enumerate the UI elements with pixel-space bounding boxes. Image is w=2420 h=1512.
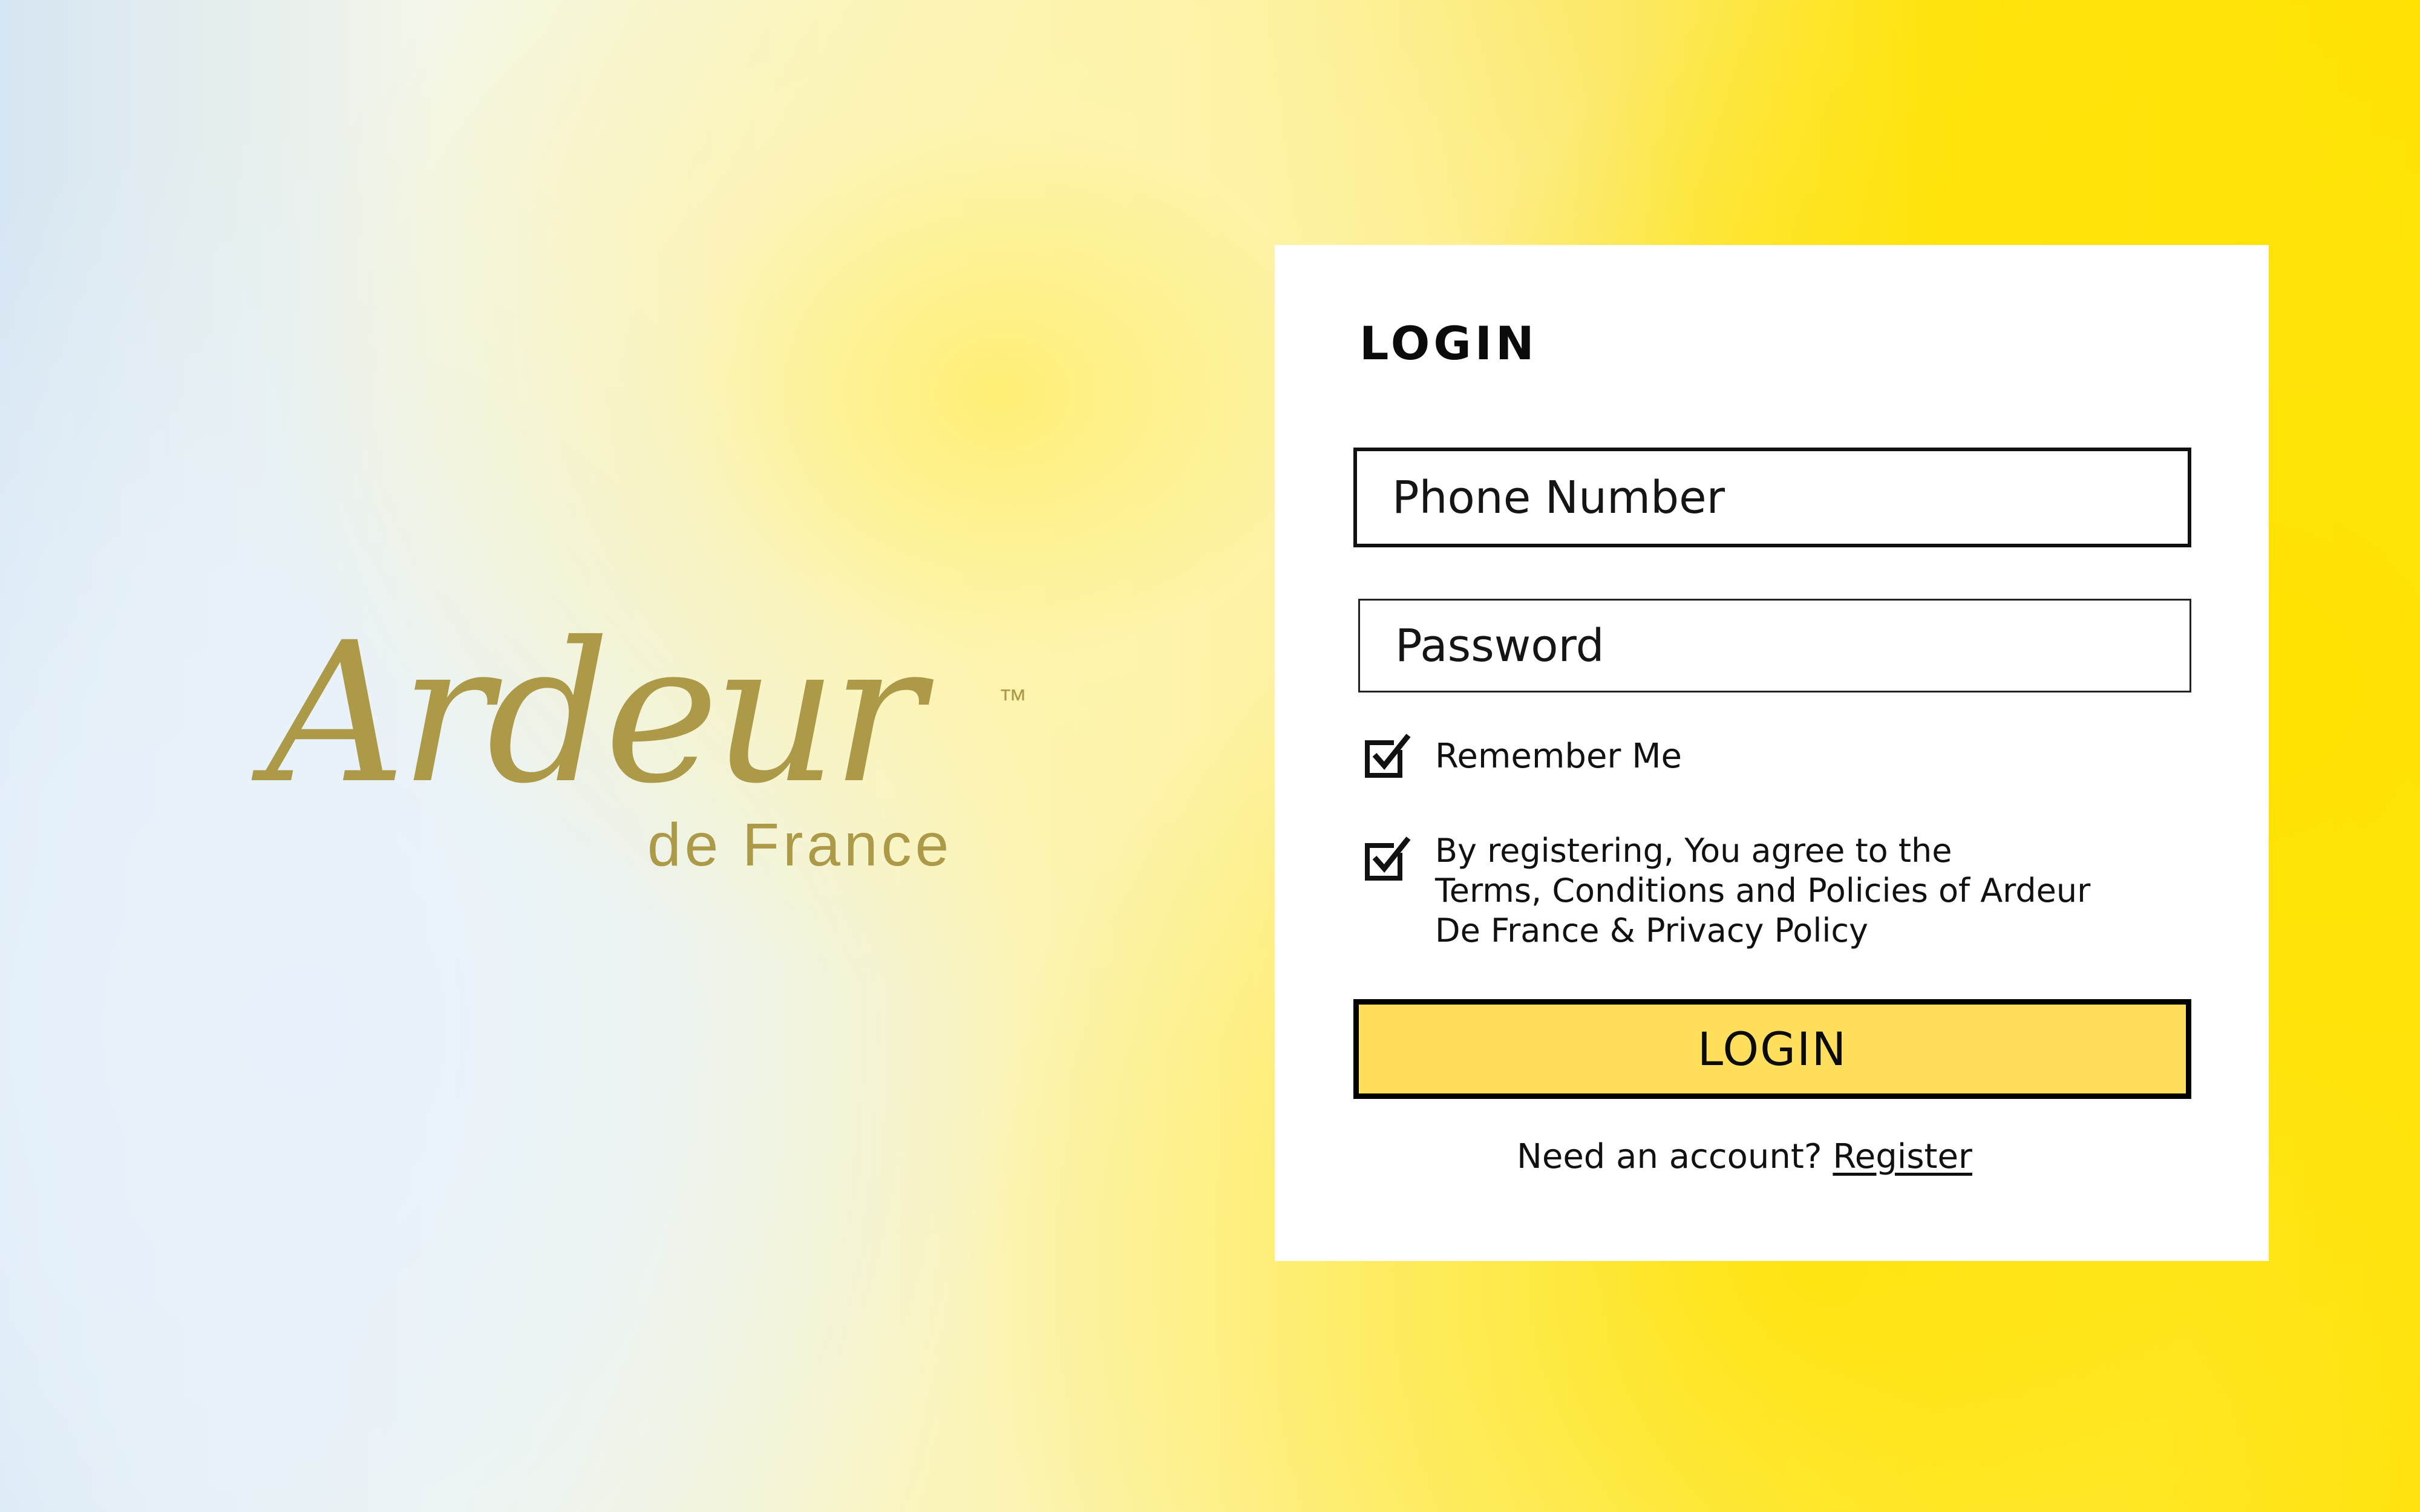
logo-script-text: Ardeur: [266, 601, 924, 826]
logo-subtitle: de France: [647, 811, 953, 879]
terms-line-1: By registering, You agree to the: [1435, 832, 1952, 870]
remember-me-checkbox[interactable]: [1362, 732, 1411, 780]
remember-me-label: Remember Me: [1435, 737, 1682, 776]
terms-checkbox[interactable]: [1362, 835, 1411, 883]
login-card: LOGIN Remember Me By registering, You ag…: [1275, 245, 2269, 1261]
login-button[interactable]: LOGIN: [1353, 999, 2191, 1099]
register-link[interactable]: Register: [1833, 1137, 1972, 1176]
account-prompt-text: Need an account?: [1517, 1137, 1822, 1176]
remember-me-row[interactable]: Remember Me: [1362, 732, 1682, 780]
terms-line-2: Terms, Conditions and Policies of Ardeur: [1435, 872, 2091, 910]
brand-logo: Ardeur ™ de France: [254, 617, 1065, 895]
phone-number-field[interactable]: [1353, 448, 2191, 547]
phone-number-input[interactable]: [1392, 471, 2188, 524]
login-title: LOGIN: [1359, 316, 1538, 370]
terms-label: By registering, You agree to the Terms, …: [1435, 831, 2191, 951]
checkmark-icon: [1365, 734, 1411, 778]
account-prompt: Need an account? Register: [1517, 1137, 1972, 1176]
password-field[interactable]: [1358, 599, 2191, 692]
checkmark-icon: [1365, 836, 1411, 881]
password-input[interactable]: [1395, 619, 2189, 672]
logo-trademark: ™: [998, 684, 1027, 716]
terms-row[interactable]: By registering, You agree to the Terms, …: [1362, 832, 2191, 951]
terms-line-3: De France & Privacy Policy: [1435, 911, 1868, 950]
